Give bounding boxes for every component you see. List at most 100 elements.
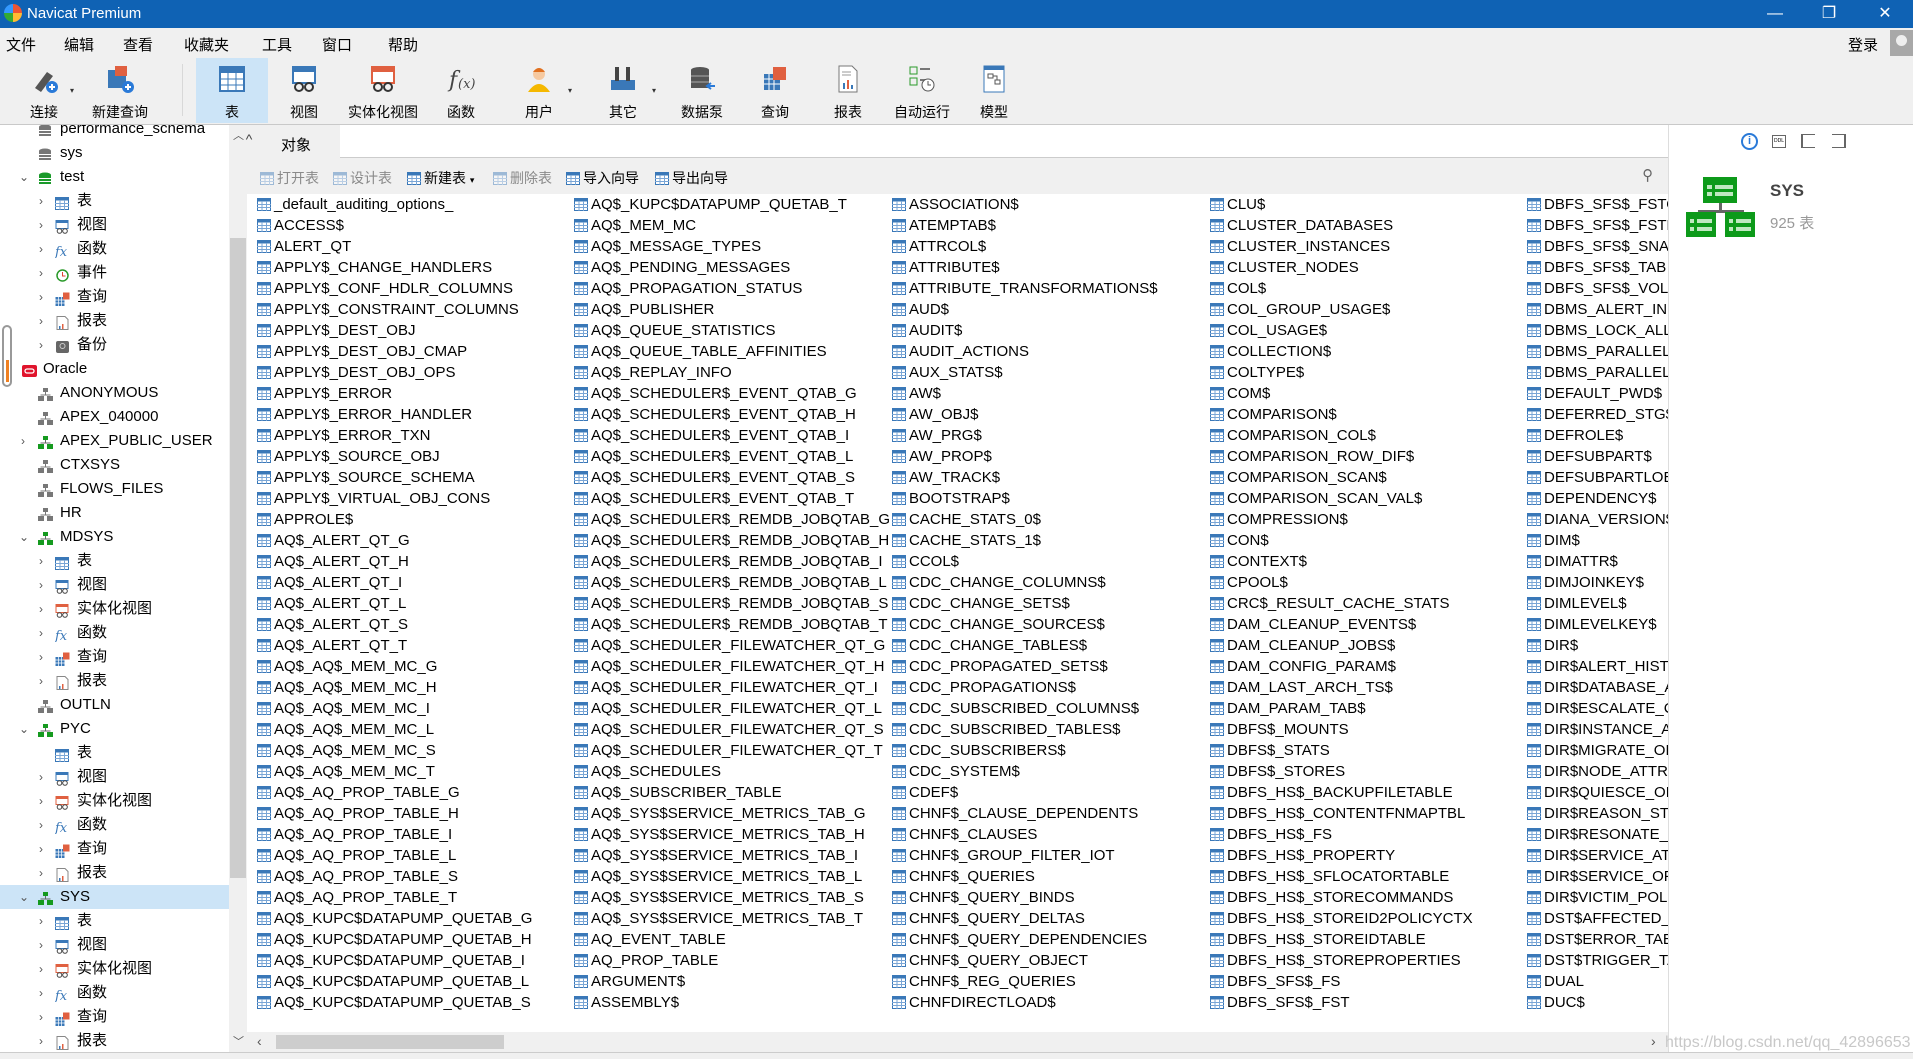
table-item[interactable]: AQ$_PENDING_MESSAGES [572, 257, 890, 278]
chevron-right-icon[interactable]: › [39, 813, 43, 837]
tree-item--[interactable]: › 实体化视图 [0, 597, 229, 621]
table-item[interactable]: DEPENDENCY$ [1525, 488, 1668, 509]
tree-item-flows-files[interactable]: FLOWS_FILES [0, 477, 229, 501]
tree-item--[interactable]: › 报表 [0, 861, 229, 885]
table-item[interactable]: ATTRCOL$ [890, 236, 1208, 257]
menu-favorites[interactable]: 收藏夹 [184, 34, 229, 55]
menu-window[interactable]: 窗口 [322, 34, 352, 55]
table-item[interactable]: DBFS_HS$_STOREID2POLICYCTX [1208, 908, 1526, 929]
chevron-right-icon[interactable]: › [39, 237, 43, 261]
tree-item--[interactable]: › 查询 [0, 1005, 229, 1029]
table-item[interactable]: DEFAULT_PWD$ [1525, 383, 1668, 404]
table-item[interactable]: CDC_SUBSCRIBED_COLUMNS$ [890, 698, 1208, 719]
chevron-right-icon[interactable]: › [39, 1029, 43, 1052]
tree-item--[interactable]: › 表 [0, 189, 229, 213]
table-item[interactable]: DBFS_SFS$_FSTP [1525, 215, 1668, 236]
table-item[interactable]: APPLY$_SOURCE_OBJ [255, 446, 573, 467]
tree-item-pyc[interactable]: ⌄ PYC [0, 717, 229, 741]
table-item[interactable]: AQ$_MEM_MC [572, 215, 890, 236]
table-item[interactable]: BOOTSTRAP$ [890, 488, 1208, 509]
table-item[interactable]: COMPRESSION$ [1208, 509, 1526, 530]
table-item[interactable]: CDEF$ [890, 782, 1208, 803]
table-item[interactable]: CDC_CHANGE_SOURCES$ [890, 614, 1208, 635]
table-item[interactable]: CLU$ [1208, 194, 1526, 215]
dropdown-arrow-icon[interactable]: ▾ [568, 86, 572, 95]
table-item[interactable]: _default_auditing_options_ [255, 194, 573, 215]
table-item[interactable]: AQ$_REPLAY_INFO [572, 362, 890, 383]
table-item[interactable]: AQ$_SCHEDULES [572, 761, 890, 782]
table-item[interactable]: CHNF$_QUERY_DELTAS [890, 908, 1208, 929]
table-item[interactable]: APPLY$_VIRTUAL_OBJ_CONS [255, 488, 573, 509]
menu-view[interactable]: 查看 [123, 34, 153, 55]
tree-item--[interactable]: › 备份 [0, 333, 229, 357]
table-item[interactable]: AQ$_MESSAGE_TYPES [572, 236, 890, 257]
tree-item-hr[interactable]: HR [0, 501, 229, 525]
chevron-right-icon[interactable]: › [39, 933, 43, 957]
table-item[interactable]: CDC_SYSTEM$ [890, 761, 1208, 782]
table-item[interactable]: AQ$_SCHEDULER$_REMDB_JOBQTAB_I [572, 551, 890, 572]
table-item[interactable]: AQ$_SCHEDULER$_REMDB_JOBQTAB_L [572, 572, 890, 593]
table-item[interactable]: AQ$_SCHEDULER_FILEWATCHER_QT_G [572, 635, 890, 656]
table-item[interactable]: CDC_PROPAGATIONS$ [890, 677, 1208, 698]
table-item[interactable]: DBMS_LOCK_ALL [1525, 320, 1668, 341]
tree-item--[interactable]: › 视图 [0, 573, 229, 597]
table-item[interactable]: AQ$_ALERT_QT_I [255, 572, 573, 593]
tree-item--[interactable]: › 报表 [0, 669, 229, 693]
table-item[interactable]: APPLY$_ERROR [255, 383, 573, 404]
table-item[interactable]: AQ$_AQ_PROP_TABLE_L [255, 845, 573, 866]
search-icon[interactable]: ⚲ [1642, 166, 1653, 184]
table-item[interactable]: DBFS_HS$_STORECOMMANDS [1208, 887, 1526, 908]
object-toolbar-button-0[interactable]: 打开表 [260, 168, 319, 188]
tree-item--[interactable]: › 视图 [0, 933, 229, 957]
table-item[interactable]: DBFS_SFS$_FSTO [1525, 194, 1668, 215]
chevron-down-icon[interactable]: ⌄ [19, 165, 29, 189]
table-item[interactable]: AQ$_AQ$_MEM_MC_I [255, 698, 573, 719]
table-item[interactable]: DIR$MIGRATE_OI [1525, 740, 1668, 761]
toolbar-button-table[interactable]: 表 [196, 58, 268, 123]
toolbar-button-materialized-view[interactable]: 实体化视图 [340, 58, 426, 123]
sidebar-scrollbar[interactable]: ︿ ﹀ [229, 125, 247, 1052]
horizontal-scroll-thumb[interactable] [276, 1035, 504, 1049]
table-item[interactable]: CLUSTER_DATABASES [1208, 215, 1526, 236]
table-item[interactable]: DEFERRED_STG$ [1525, 404, 1668, 425]
table-item[interactable]: AQ$_AQ$_MEM_MC_S [255, 740, 573, 761]
tree-item--[interactable]: › 查询 [0, 645, 229, 669]
table-item[interactable]: CHNF$_QUERY_DEPENDENCIES [890, 929, 1208, 950]
table-item[interactable]: AQ$_ALERT_QT_S [255, 614, 573, 635]
login-link[interactable]: 登录 [1848, 34, 1878, 55]
collapse-icon[interactable]: ^ [239, 131, 259, 147]
table-item[interactable]: DST$ERROR_TAB [1525, 929, 1668, 950]
chevron-right-icon[interactable]: › [39, 573, 43, 597]
table-item[interactable]: AQ$_AQ_PROP_TABLE_S [255, 866, 573, 887]
chevron-right-icon[interactable]: › [39, 285, 43, 309]
toolbar-button-tools[interactable]: 其它 [590, 58, 656, 123]
tree-item-mdsys[interactable]: ⌄ MDSYS [0, 525, 229, 549]
table-item[interactable]: AQ$_SYS$SERVICE_METRICS_TAB_S [572, 887, 890, 908]
table-item[interactable]: AQ$_ALERT_QT_G [255, 530, 573, 551]
table-item[interactable]: AQ$_KUPC$DATAPUMP_QUETAB_G [255, 908, 573, 929]
tree-item--[interactable]: › 表 [0, 909, 229, 933]
sidebar-scroll-thumb[interactable] [230, 238, 246, 878]
table-item[interactable]: DUC$ [1525, 992, 1668, 1013]
chevron-right-icon[interactable]: › [39, 189, 43, 213]
object-toolbar-button-5[interactable]: 导出向导 [655, 168, 728, 188]
ddl-icon[interactable]: DDL [1772, 135, 1786, 148]
table-item[interactable]: AQ$_AQ_PROP_TABLE_T [255, 887, 573, 908]
table-item[interactable]: DBFS_HS$_SFLOCATORTABLE [1208, 866, 1526, 887]
table-item[interactable]: DAM_CONFIG_PARAM$ [1208, 656, 1526, 677]
table-item[interactable]: ACCESS$ [255, 215, 573, 236]
chevron-right-icon[interactable]: › [39, 261, 43, 285]
table-item[interactable]: CHNF$_QUERY_OBJECT [890, 950, 1208, 971]
table-item[interactable]: COLLECTION$ [1208, 341, 1526, 362]
table-item[interactable]: DIR$ALERT_HIST [1525, 656, 1668, 677]
table-item[interactable]: CDC_CHANGE_COLUMNS$ [890, 572, 1208, 593]
chevron-right-icon[interactable]: › [39, 645, 43, 669]
table-item[interactable]: AQ$_SCHEDULER$_REMDB_JOBQTAB_H [572, 530, 890, 551]
toolbar-button-model[interactable]: 模型 [962, 58, 1026, 123]
table-item[interactable]: DIMATTR$ [1525, 551, 1668, 572]
table-item[interactable]: DBFS$_MOUNTS [1208, 719, 1526, 740]
chevron-right-icon[interactable]: › [39, 1005, 43, 1029]
table-item[interactable]: COL$ [1208, 278, 1526, 299]
table-item[interactable]: CHNF$_CLAUSES [890, 824, 1208, 845]
er-right-icon[interactable] [1832, 134, 1846, 148]
